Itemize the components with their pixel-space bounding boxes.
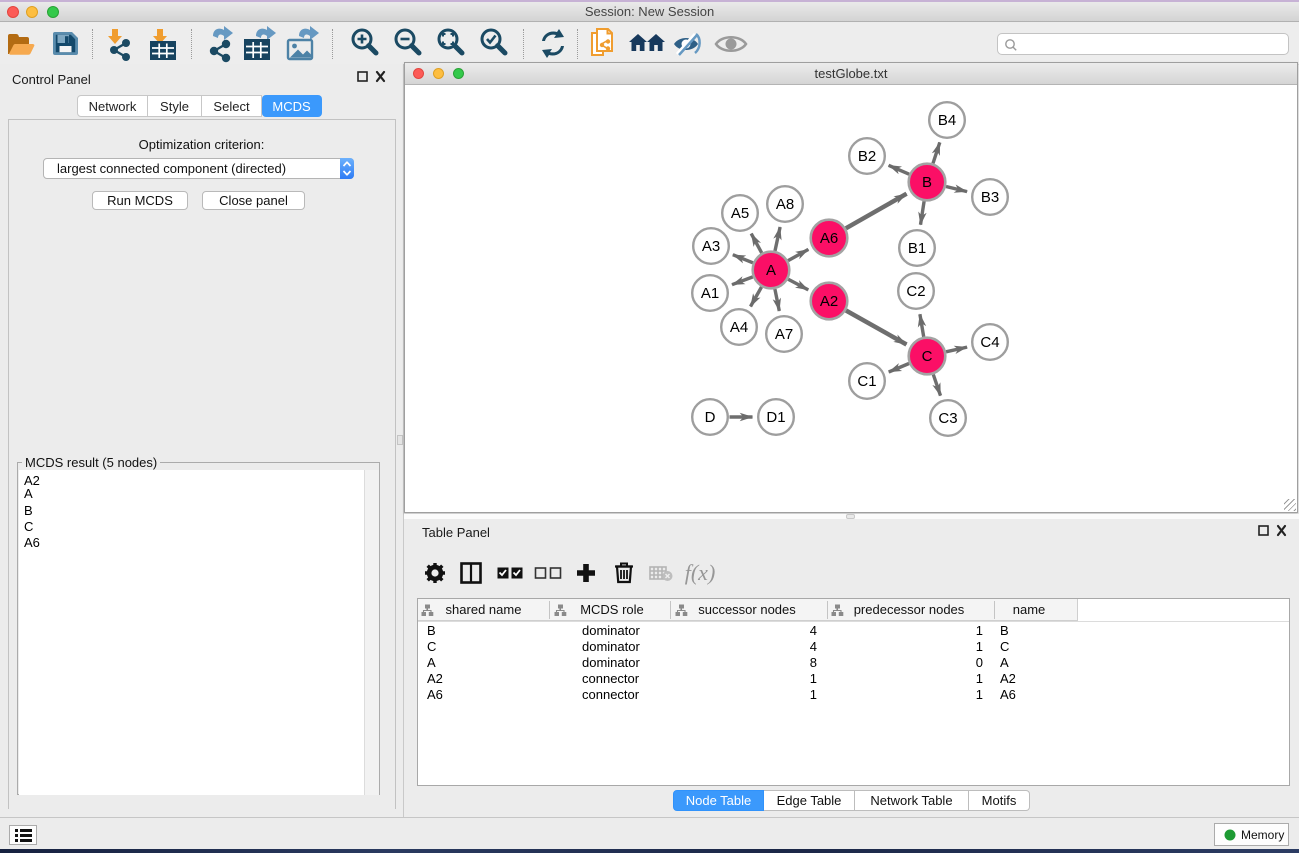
- svg-text:A6: A6: [820, 230, 838, 247]
- svg-text:A7: A7: [775, 326, 793, 343]
- svg-text:D1: D1: [766, 409, 785, 426]
- svg-text:C1: C1: [857, 373, 876, 390]
- svg-text:B1: B1: [908, 240, 926, 257]
- svg-text:A3: A3: [702, 238, 720, 255]
- svg-text:A2: A2: [820, 293, 838, 310]
- svg-text:A8: A8: [776, 196, 794, 213]
- svg-text:C2: C2: [906, 283, 925, 300]
- svg-text:C3: C3: [938, 410, 957, 427]
- svg-text:B2: B2: [858, 148, 876, 165]
- svg-text:A4: A4: [730, 319, 748, 336]
- svg-text:B4: B4: [938, 112, 956, 129]
- svg-text:A: A: [766, 262, 776, 279]
- svg-text:A5: A5: [731, 205, 749, 222]
- svg-text:D: D: [705, 409, 716, 426]
- svg-text:C4: C4: [980, 334, 999, 351]
- svg-text:f(x): f(x): [685, 560, 716, 585]
- svg-text:B: B: [922, 174, 932, 191]
- svg-text:C: C: [922, 348, 933, 365]
- svg-text:A1: A1: [701, 285, 719, 302]
- svg-text:B3: B3: [981, 189, 999, 206]
